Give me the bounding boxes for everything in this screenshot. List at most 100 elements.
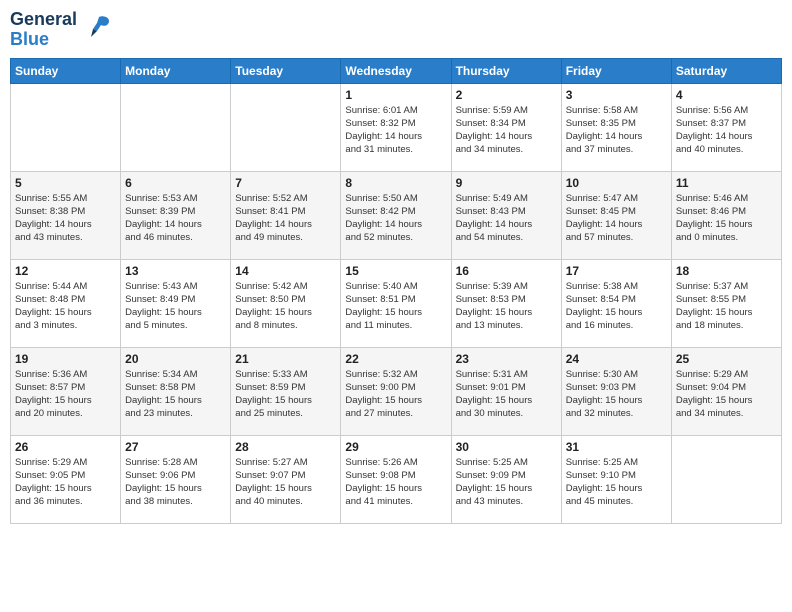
day-info: Sunrise: 5:37 AM Sunset: 8:55 PM Dayligh… — [676, 280, 777, 333]
day-info: Sunrise: 5:28 AM Sunset: 9:06 PM Dayligh… — [125, 456, 226, 509]
day-info: Sunrise: 6:01 AM Sunset: 8:32 PM Dayligh… — [345, 104, 446, 157]
calendar-cell: 15 Sunrise: 5:40 AM Sunset: 8:51 PM Dayli… — [341, 259, 451, 347]
calendar-cell: 19 Sunrise: 5:36 AM Sunset: 8:57 PM Dayli… — [11, 347, 121, 435]
calendar-cell: 7 Sunrise: 5:52 AM Sunset: 8:41 PM Daylig… — [231, 171, 341, 259]
calendar-cell: 10 Sunrise: 5:47 AM Sunset: 8:45 PM Dayli… — [561, 171, 671, 259]
day-number: 18 — [676, 264, 777, 278]
day-number: 8 — [345, 176, 446, 190]
day-number: 25 — [676, 352, 777, 366]
day-number: 29 — [345, 440, 446, 454]
calendar-cell: 31 Sunrise: 5:25 AM Sunset: 9:10 PM Dayli… — [561, 435, 671, 523]
calendar-cell — [121, 83, 231, 171]
weekday-header-cell: Thursday — [451, 58, 561, 83]
calendar-cell: 28Sunrise: 5:27 AM Sunset: 9:07 PM Dayli… — [231, 435, 341, 523]
calendar-cell: 16Sunrise: 5:39 AM Sunset: 8:53 PM Dayli… — [451, 259, 561, 347]
day-number: 7 — [235, 176, 336, 190]
calendar-cell: 2Sunrise: 5:59 AM Sunset: 8:34 PM Daylig… — [451, 83, 561, 171]
day-info: Sunrise: 5:29 AM Sunset: 9:05 PM Dayligh… — [15, 456, 116, 509]
page-header: General Blue — [10, 10, 782, 50]
weekday-header-cell: Saturday — [671, 58, 781, 83]
calendar-cell: 24 Sunrise: 5:30 AM Sunset: 9:03 PM Dayli… — [561, 347, 671, 435]
day-info: Sunrise: 5:43 AM Sunset: 8:49 PM Dayligh… — [125, 280, 226, 333]
day-info: Sunrise: 5:44 AM Sunset: 8:48 PM Dayligh… — [15, 280, 116, 333]
weekday-header-cell: Monday — [121, 58, 231, 83]
day-number: 27 — [125, 440, 226, 454]
weekday-header-row: SundayMondayTuesdayWednesdayThursdayFrid… — [11, 58, 782, 83]
day-info: Sunrise: 5:33 AM Sunset: 8:59 PM Dayligh… — [235, 368, 336, 421]
day-info: Sunrise: 5:34 AM Sunset: 8:58 PM Dayligh… — [125, 368, 226, 421]
day-info: Sunrise: 5:30 AM Sunset: 9:03 PM Dayligh… — [566, 368, 667, 421]
day-number: 26 — [15, 440, 116, 454]
day-number: 6 — [125, 176, 226, 190]
day-number: 12 — [15, 264, 116, 278]
day-number: 23 — [456, 352, 557, 366]
day-info: Sunrise: 5:25 AM Sunset: 9:09 PM Dayligh… — [456, 456, 557, 509]
logo: General Blue — [10, 10, 113, 50]
day-number: 20 — [125, 352, 226, 366]
logo-bird-icon — [81, 11, 113, 48]
day-number: 1 — [345, 88, 446, 102]
calendar-cell: 21 Sunrise: 5:33 AM Sunset: 8:59 PM Dayli… — [231, 347, 341, 435]
calendar-cell: 8 Sunrise: 5:50 AM Sunset: 8:42 PM Daylig… — [341, 171, 451, 259]
calendar-cell: 9 Sunrise: 5:49 AM Sunset: 8:43 PM Daylig… — [451, 171, 561, 259]
calendar-week-row: 12 Sunrise: 5:44 AM Sunset: 8:48 PM Dayli… — [11, 259, 782, 347]
day-number: 11 — [676, 176, 777, 190]
weekday-header-cell: Tuesday — [231, 58, 341, 83]
day-number: 31 — [566, 440, 667, 454]
day-info: Sunrise: 5:58 AM Sunset: 8:35 PM Dayligh… — [566, 104, 667, 157]
calendar-cell: 30Sunrise: 5:25 AM Sunset: 9:09 PM Dayli… — [451, 435, 561, 523]
day-number: 13 — [125, 264, 226, 278]
day-info: Sunrise: 5:29 AM Sunset: 9:04 PM Dayligh… — [676, 368, 777, 421]
day-number: 19 — [15, 352, 116, 366]
day-info: Sunrise: 5:40 AM Sunset: 8:51 PM Dayligh… — [345, 280, 446, 333]
calendar-cell: 12 Sunrise: 5:44 AM Sunset: 8:48 PM Dayli… — [11, 259, 121, 347]
calendar-week-row: 5Sunrise: 5:55 AM Sunset: 8:38 PM Daylig… — [11, 171, 782, 259]
calendar-cell: 4Sunrise: 5:56 AM Sunset: 8:37 PM Daylig… — [671, 83, 781, 171]
weekday-header-cell: Wednesday — [341, 58, 451, 83]
day-info: Sunrise: 5:52 AM Sunset: 8:41 PM Dayligh… — [235, 192, 336, 245]
day-info: Sunrise: 5:55 AM Sunset: 8:38 PM Dayligh… — [15, 192, 116, 245]
day-number: 3 — [566, 88, 667, 102]
day-info: Sunrise: 5:38 AM Sunset: 8:54 PM Dayligh… — [566, 280, 667, 333]
day-info: Sunrise: 5:31 AM Sunset: 9:01 PM Dayligh… — [456, 368, 557, 421]
calendar-cell: 26 Sunrise: 5:29 AM Sunset: 9:05 PM Dayli… — [11, 435, 121, 523]
calendar-cell: 5Sunrise: 5:55 AM Sunset: 8:38 PM Daylig… — [11, 171, 121, 259]
day-info: Sunrise: 5:36 AM Sunset: 8:57 PM Dayligh… — [15, 368, 116, 421]
day-number: 15 — [345, 264, 446, 278]
calendar-cell: 22Sunrise: 5:32 AM Sunset: 9:00 PM Dayli… — [341, 347, 451, 435]
day-info: Sunrise: 5:46 AM Sunset: 8:46 PM Dayligh… — [676, 192, 777, 245]
calendar-cell: 13 Sunrise: 5:43 AM Sunset: 8:49 PM Dayli… — [121, 259, 231, 347]
calendar-cell: 25 Sunrise: 5:29 AM Sunset: 9:04 PM Dayli… — [671, 347, 781, 435]
day-number: 10 — [566, 176, 667, 190]
day-number: 24 — [566, 352, 667, 366]
day-number: 2 — [456, 88, 557, 102]
calendar-week-row: 1 Sunrise: 6:01 AM Sunset: 8:32 PM Daylig… — [11, 83, 782, 171]
calendar-cell — [671, 435, 781, 523]
calendar-cell: 11 Sunrise: 5:46 AM Sunset: 8:46 PM Dayli… — [671, 171, 781, 259]
day-info: Sunrise: 5:27 AM Sunset: 9:07 PM Dayligh… — [235, 456, 336, 509]
day-info: Sunrise: 5:50 AM Sunset: 8:42 PM Dayligh… — [345, 192, 446, 245]
logo-blue: Blue — [10, 30, 77, 50]
calendar-cell — [231, 83, 341, 171]
day-info: Sunrise: 5:47 AM Sunset: 8:45 PM Dayligh… — [566, 192, 667, 245]
logo-general: General — [10, 10, 77, 30]
calendar-table: SundayMondayTuesdayWednesdayThursdayFrid… — [10, 58, 782, 524]
calendar-body: 1 Sunrise: 6:01 AM Sunset: 8:32 PM Daylig… — [11, 83, 782, 523]
day-info: Sunrise: 5:25 AM Sunset: 9:10 PM Dayligh… — [566, 456, 667, 509]
day-info: Sunrise: 5:49 AM Sunset: 8:43 PM Dayligh… — [456, 192, 557, 245]
calendar-cell: 23 Sunrise: 5:31 AM Sunset: 9:01 PM Dayli… — [451, 347, 561, 435]
weekday-header-cell: Friday — [561, 58, 671, 83]
calendar-week-row: 19 Sunrise: 5:36 AM Sunset: 8:57 PM Dayli… — [11, 347, 782, 435]
calendar-cell: 1 Sunrise: 6:01 AM Sunset: 8:32 PM Daylig… — [341, 83, 451, 171]
day-info: Sunrise: 5:32 AM Sunset: 9:00 PM Dayligh… — [345, 368, 446, 421]
day-info: Sunrise: 5:53 AM Sunset: 8:39 PM Dayligh… — [125, 192, 226, 245]
calendar-cell: 27 Sunrise: 5:28 AM Sunset: 9:06 PM Dayli… — [121, 435, 231, 523]
day-number: 21 — [235, 352, 336, 366]
calendar-cell: 3 Sunrise: 5:58 AM Sunset: 8:35 PM Daylig… — [561, 83, 671, 171]
day-number: 9 — [456, 176, 557, 190]
day-info: Sunrise: 5:39 AM Sunset: 8:53 PM Dayligh… — [456, 280, 557, 333]
calendar-cell: 17Sunrise: 5:38 AM Sunset: 8:54 PM Dayli… — [561, 259, 671, 347]
calendar-week-row: 26 Sunrise: 5:29 AM Sunset: 9:05 PM Dayli… — [11, 435, 782, 523]
weekday-header-cell: Sunday — [11, 58, 121, 83]
calendar-cell: 29Sunrise: 5:26 AM Sunset: 9:08 PM Dayli… — [341, 435, 451, 523]
